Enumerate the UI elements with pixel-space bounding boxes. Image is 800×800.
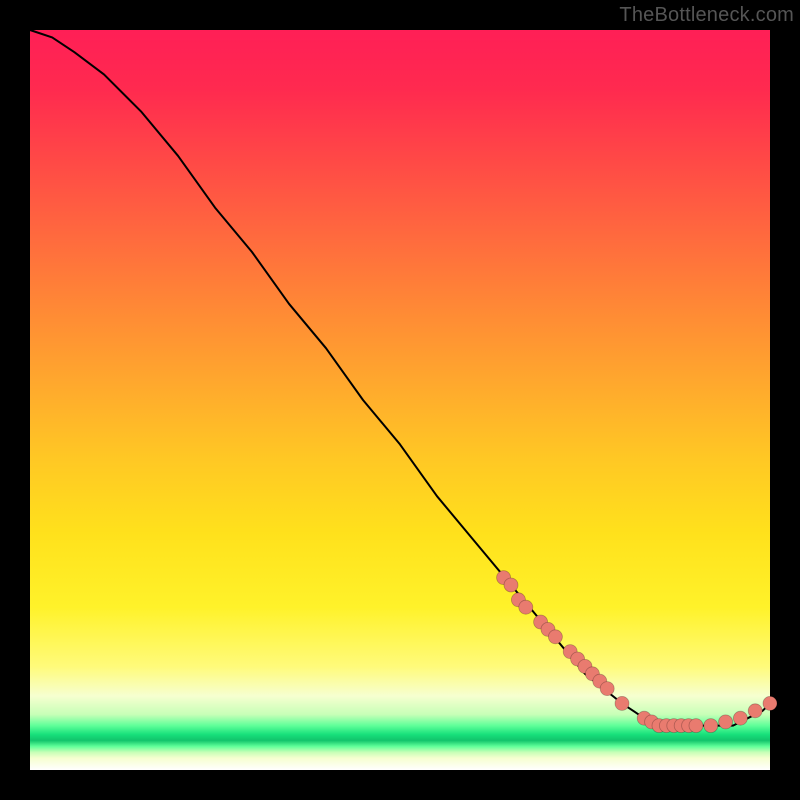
data-point bbox=[600, 682, 614, 696]
chart-stage: TheBottleneck.com bbox=[0, 0, 800, 800]
data-point bbox=[519, 600, 533, 614]
watermark-text: TheBottleneck.com bbox=[619, 4, 794, 27]
plot-area bbox=[30, 30, 770, 770]
plot-overlay bbox=[30, 30, 770, 770]
bottleneck-curve bbox=[30, 30, 770, 726]
data-point bbox=[763, 696, 777, 710]
data-point bbox=[733, 711, 747, 725]
scatter-points bbox=[497, 571, 777, 733]
data-point bbox=[615, 696, 629, 710]
data-point bbox=[548, 630, 562, 644]
data-point bbox=[504, 578, 518, 592]
data-point bbox=[704, 719, 718, 733]
data-point bbox=[719, 715, 733, 729]
data-point bbox=[748, 704, 762, 718]
data-point bbox=[689, 719, 703, 733]
